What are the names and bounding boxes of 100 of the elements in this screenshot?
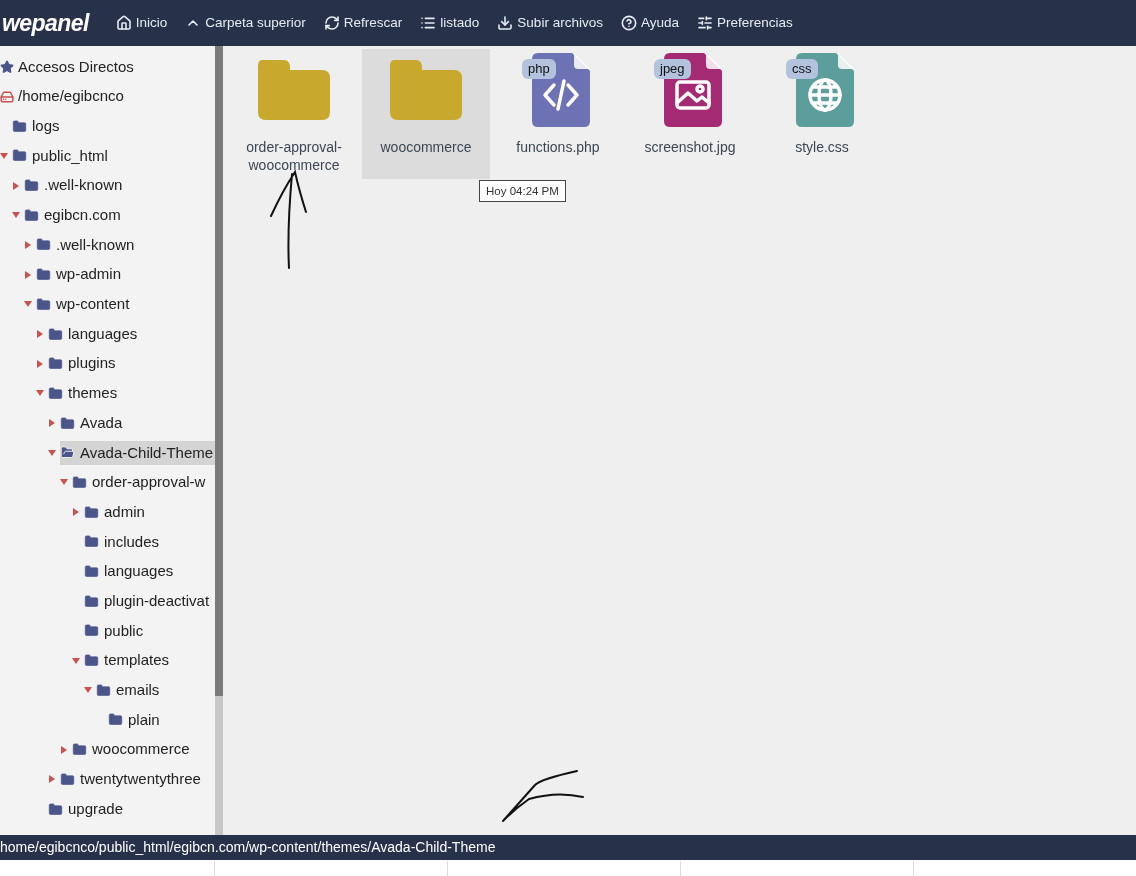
folder-icon: [84, 564, 99, 580]
tree-item[interactable]: Avada: [60, 411, 127, 436]
list-icon: [420, 15, 437, 31]
caret-down-icon[interactable]: [0, 151, 8, 160]
tree-item[interactable]: emails: [96, 678, 164, 703]
file-name: style.css: [794, 138, 850, 156]
folder-icon: [84, 534, 99, 550]
file-name: order-approval-woocommerce: [245, 138, 343, 174]
tooltip: Hoy 04:24 PM: [479, 180, 566, 202]
toolbar-button[interactable]: listado: [411, 8, 489, 38]
folder-icon: [60, 771, 75, 787]
folder-icon: [48, 326, 63, 342]
caret-down-icon[interactable]: [24, 300, 32, 309]
caret-right-icon[interactable]: [24, 270, 32, 279]
folder-icon: [24, 178, 39, 194]
caret-down-icon[interactable]: [84, 686, 92, 695]
tree-item[interactable]: logs: [12, 114, 64, 139]
file-type-badge: css: [786, 59, 818, 79]
folder-icon: [96, 682, 111, 698]
toolbar-button[interactable]: Carpeta superior: [176, 8, 315, 38]
shortcuts-link[interactable]: Accesos Directos: [18, 55, 134, 79]
file-type-badge: php: [522, 59, 556, 79]
file-type-badge: jpeg: [654, 59, 691, 79]
caret-down-icon[interactable]: [36, 389, 44, 398]
tree-item[interactable]: public_html: [12, 143, 112, 168]
tree-item[interactable]: templates: [84, 648, 174, 673]
folder-icon: [48, 385, 63, 401]
folder-icon: [108, 712, 123, 728]
tree-item[interactable]: themes: [48, 381, 122, 406]
tree-item[interactable]: includes: [84, 529, 164, 554]
tree-item[interactable]: public: [84, 618, 148, 643]
caret-right-icon[interactable]: [36, 330, 44, 339]
star-icon: [0, 59, 14, 74]
tree-item[interactable]: wp-content: [36, 292, 134, 317]
folder-icon: [84, 653, 99, 669]
caret-right-icon[interactable]: [12, 181, 20, 190]
refresh-icon: [323, 15, 340, 31]
folder-icon: [72, 742, 87, 758]
caret-right-icon[interactable]: [24, 240, 32, 249]
file-item[interactable]: woocommerce: [362, 49, 490, 179]
toolbar-button[interactable]: Subir archivos: [488, 8, 612, 38]
tree-item[interactable]: plugin-deactivat: [84, 589, 214, 614]
caret-right-icon[interactable]: [36, 359, 44, 368]
tree-item[interactable]: languages: [48, 322, 142, 347]
folder-icon: [60, 415, 75, 431]
folder-icon: [258, 60, 330, 120]
download-icon: [497, 15, 514, 31]
file-item[interactable]: php functions.php: [494, 49, 622, 179]
folder-icon: [12, 148, 27, 164]
file-name: functions.php: [515, 138, 601, 156]
sliders-icon: [696, 15, 713, 31]
caret-right-icon[interactable]: [72, 508, 80, 517]
folder-icon: [60, 445, 75, 461]
home-icon: [115, 15, 132, 31]
folder-icon: [390, 60, 462, 120]
folder-icon: [24, 207, 39, 223]
caret-down-icon[interactable]: [72, 656, 80, 665]
caret-down-icon[interactable]: [60, 478, 68, 487]
tree-item[interactable]: languages: [84, 559, 178, 584]
tree-item[interactable]: admin: [84, 500, 149, 525]
folder-icon: [36, 267, 51, 283]
toolbar-button[interactable]: Preferencias: [687, 8, 802, 38]
tree-item[interactable]: plugins: [48, 351, 120, 376]
caret-right-icon[interactable]: [48, 419, 56, 428]
caret-down-icon[interactable]: [48, 448, 56, 457]
folder-icon: [72, 474, 87, 490]
tree-item[interactable]: woocommerce: [72, 737, 194, 762]
drive-icon: [0, 89, 14, 104]
file-item[interactable]: order-approval-woocommerce: [230, 49, 358, 179]
caret-right-icon[interactable]: [48, 775, 56, 784]
tree-item[interactable]: .well-known: [24, 173, 127, 198]
folder-icon: [48, 801, 63, 817]
scrollbar[interactable]: [215, 46, 223, 835]
folder-icon: [36, 296, 51, 312]
file-item[interactable]: jpeg screenshot.jpg: [626, 49, 754, 179]
folder-icon: [84, 504, 99, 520]
caret-right-icon[interactable]: [60, 745, 68, 754]
tree-item[interactable]: Avada-Child-Theme: [60, 440, 215, 465]
tree-item[interactable]: egibcn.com: [24, 203, 125, 228]
folder-icon: [12, 118, 27, 134]
folder-icon: [84, 593, 99, 609]
tree-item[interactable]: plain: [108, 707, 164, 732]
file-name: woocommerce: [379, 138, 473, 156]
folder-icon: [36, 237, 51, 253]
tree-item[interactable]: twentytwentythree: [60, 767, 205, 792]
toolbar-button[interactable]: Refrescar: [314, 8, 412, 38]
file-item[interactable]: css style.css: [758, 49, 886, 179]
toolbar-button[interactable]: Ayuda: [611, 8, 688, 38]
tree-root[interactable]: /home/egibcnco: [18, 85, 124, 108]
caret-down-icon[interactable]: [12, 211, 20, 220]
logo: wepanel: [1, 8, 91, 38]
current-path: home/egibcnco/public_html/egibcn.com/wp-content/themes/Avada-Child-Theme: [0, 838, 496, 857]
toolbar-button[interactable]: Inicio: [106, 8, 177, 38]
tree-item[interactable]: upgrade: [48, 797, 128, 822]
folder-icon: [84, 623, 99, 639]
tree-item[interactable]: order-approval-w: [72, 470, 210, 495]
file-name: screenshot.jpg: [643, 138, 737, 156]
tree-item[interactable]: .well-known: [36, 232, 139, 257]
help-icon: [620, 15, 637, 31]
tree-item[interactable]: wp-admin: [36, 262, 126, 287]
